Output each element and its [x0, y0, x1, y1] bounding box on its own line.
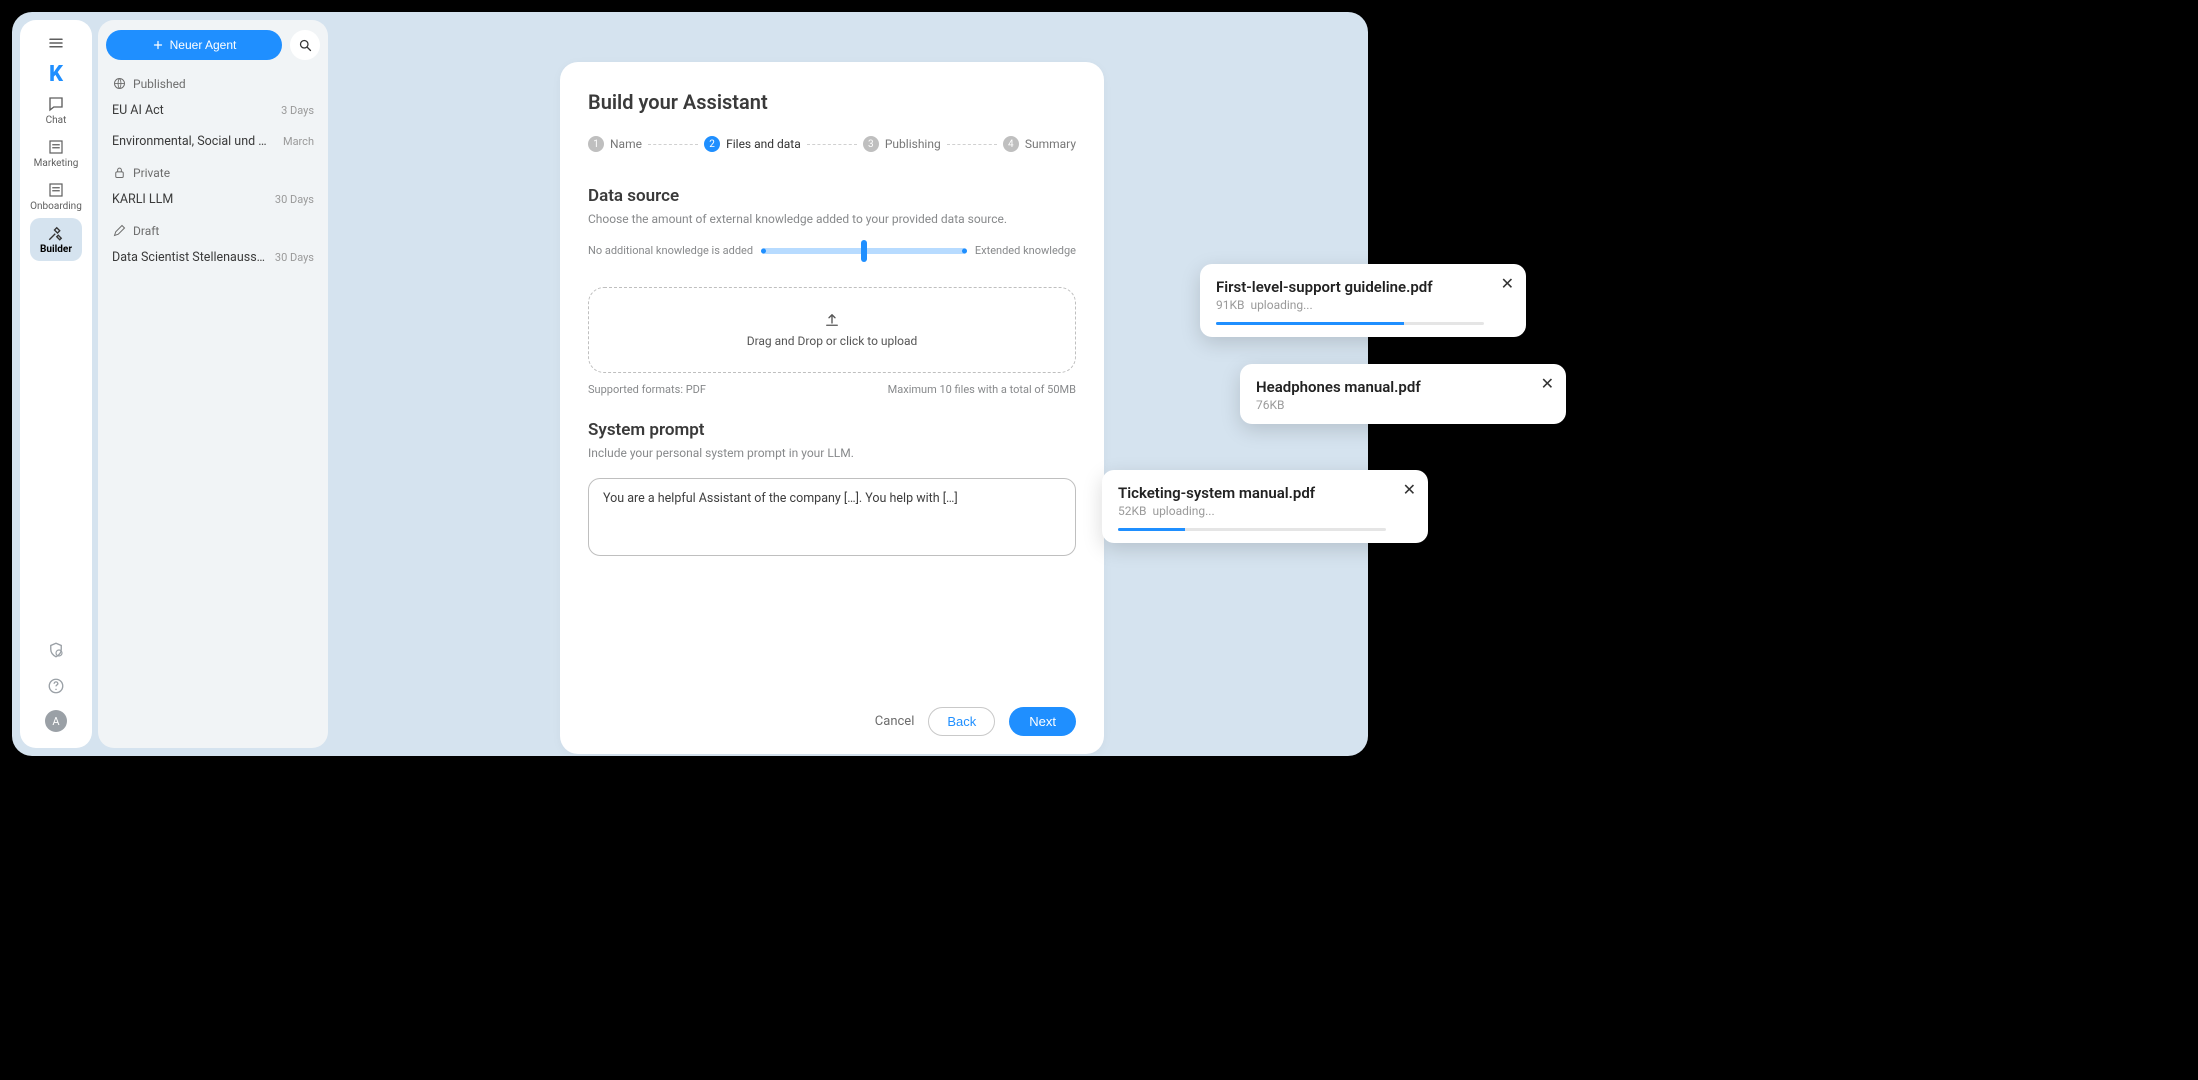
left-rail: K Chat Marketing Onboarding Builder A: [20, 20, 92, 748]
nav-chat[interactable]: Chat: [30, 89, 82, 132]
avatar[interactable]: A: [45, 710, 67, 732]
tools-icon: [47, 224, 65, 242]
datasource-heading: Data source: [588, 186, 1076, 206]
agent-item[interactable]: Environmental, Social und Gover March: [98, 126, 328, 157]
step-files[interactable]: 2Files and data: [704, 136, 801, 152]
chat-icon: [47, 95, 65, 113]
sysprompt-heading: System prompt: [588, 420, 1076, 440]
datasource-hint: Choose the amount of external knowledge …: [588, 212, 1076, 226]
cancel-button[interactable]: Cancel: [875, 714, 915, 729]
upload-progress: [1118, 528, 1386, 531]
slider-thumb[interactable]: [861, 240, 867, 262]
agent-list-panel: Neuer Agent Published EU AI Act 3 Days E…: [98, 20, 328, 748]
upload-filename: Ticketing-system manual.pdf: [1118, 484, 1386, 502]
close-icon[interactable]: ✕: [1541, 374, 1554, 393]
nav-marketing[interactable]: Marketing: [30, 132, 82, 175]
shield-icon[interactable]: [44, 638, 68, 662]
modal-title: Build your Assistant: [588, 90, 1076, 114]
next-button[interactable]: Next: [1009, 707, 1076, 736]
app-frame: K Chat Marketing Onboarding Builder A: [12, 12, 1368, 756]
help-icon[interactable]: [44, 674, 68, 698]
app-logo: K: [49, 62, 63, 87]
search-icon: [298, 38, 313, 53]
build-assistant-modal: Build your Assistant 1Name 2Files and da…: [560, 62, 1104, 754]
step-publishing[interactable]: 3Publishing: [863, 136, 941, 152]
back-button[interactable]: Back: [928, 707, 995, 736]
upload-toast: Ticketing-system manual.pdf 52KB uploadi…: [1102, 470, 1428, 543]
knowledge-slider[interactable]: [761, 248, 967, 254]
slider-left-label: No additional knowledge is added: [588, 244, 753, 257]
section-private: Private: [98, 157, 328, 184]
upload-filename: Headphones manual.pdf: [1256, 378, 1524, 396]
agent-item[interactable]: KARLI LLM 30 Days: [98, 184, 328, 215]
agent-item[interactable]: EU AI Act 3 Days: [98, 95, 328, 126]
search-button[interactable]: [290, 30, 320, 60]
upload-limit: Maximum 10 files with a total of 50MB: [888, 383, 1076, 396]
new-agent-button[interactable]: Neuer Agent: [106, 30, 282, 60]
hamburger-icon: [47, 34, 65, 52]
upload-toast: Headphones manual.pdf 76KB ✕: [1240, 364, 1566, 424]
upload-progress: [1216, 322, 1484, 325]
close-icon[interactable]: ✕: [1403, 480, 1416, 499]
text-icon: [47, 138, 65, 156]
slider-right-label: Extended knowledge: [975, 244, 1076, 257]
section-published: Published: [98, 68, 328, 95]
close-icon[interactable]: ✕: [1501, 274, 1514, 293]
plus-icon: [152, 39, 164, 51]
upload-icon: [823, 311, 841, 329]
step-name[interactable]: 1Name: [588, 136, 642, 152]
upload-toast: First-level-support guideline.pdf 91KB u…: [1200, 264, 1526, 337]
section-draft: Draft: [98, 215, 328, 242]
supported-formats: Supported formats: PDF: [588, 383, 706, 396]
step-summary[interactable]: 4Summary: [1003, 136, 1076, 152]
content-stage: Build your Assistant 1Name 2Files and da…: [328, 12, 1368, 756]
upload-dropzone[interactable]: Drag and Drop or click to upload: [588, 287, 1076, 373]
knowledge-slider-row: No additional knowledge is added Extende…: [588, 244, 1076, 257]
sysprompt-hint: Include your personal system prompt in y…: [588, 446, 1076, 460]
globe-icon: [112, 76, 127, 91]
lock-icon: [112, 165, 127, 180]
system-prompt-input[interactable]: You are a helpful Assistant of the compa…: [588, 478, 1076, 556]
text-icon: [47, 181, 65, 199]
pencil-icon: [112, 223, 127, 238]
nav-builder[interactable]: Builder: [30, 218, 82, 261]
upload-filename: First-level-support guideline.pdf: [1216, 278, 1484, 296]
menu-button[interactable]: [30, 30, 82, 56]
step-indicator: 1Name 2Files and data 3Publishing 4Summa…: [588, 136, 1076, 152]
nav-onboarding[interactable]: Onboarding: [30, 175, 82, 218]
agent-item[interactable]: Data Scientist Stellenausschreib 30 Days: [98, 242, 328, 273]
